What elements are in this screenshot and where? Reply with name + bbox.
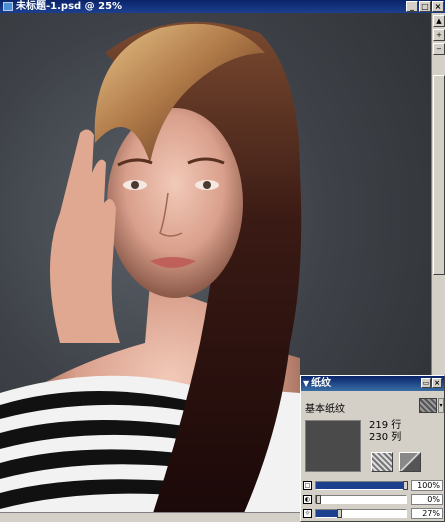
slider-knob[interactable] <box>337 509 343 518</box>
collapse-arrow-icon[interactable]: ▼ <box>303 379 309 388</box>
document-icon <box>3 2 13 11</box>
minimize-button[interactable]: _ <box>406 1 418 12</box>
document-title: 未标题-1.psd @ 25% <box>16 1 123 12</box>
brightness-slider[interactable] <box>315 509 407 518</box>
palette-menu-button[interactable]: ▭ <box>421 378 431 388</box>
brightness-icon: ☼ <box>303 509 312 518</box>
palette-header[interactable]: ▼ 纸纹 ▭ × <box>301 376 444 391</box>
scale-slider-row: □ 100% <box>303 480 443 492</box>
cols-label: 230 列 <box>369 432 402 443</box>
invert-paper-button[interactable] <box>399 452 421 472</box>
paper-texture-button[interactable] <box>371 452 393 472</box>
paper-swatch-button[interactable] <box>419 398 437 413</box>
contrast-icon: ◐ <box>303 495 312 504</box>
paper-dropdown-arrow-icon[interactable]: ▾ <box>438 398 444 413</box>
scroll-thumb[interactable] <box>433 75 445 275</box>
brightness-slider-row: ☼ 27% <box>303 508 443 520</box>
scale-icon: □ <box>303 481 312 490</box>
rows-label: 219 行 <box>369 420 402 431</box>
contrast-slider[interactable] <box>315 495 407 504</box>
window-controls: _ □ × <box>406 1 444 12</box>
palette-title: 纸纹 <box>311 378 332 389</box>
slider-knob[interactable] <box>403 481 408 490</box>
paper-texture-palette: ▼ 纸纹 ▭ × 基本纸纹 ▾ 219 行 230 列 □ 100% ◐ 0% ☼… <box>300 375 445 522</box>
palette-close-button[interactable]: × <box>432 378 442 388</box>
zoom-out-button[interactable]: − <box>433 43 445 55</box>
zoom-in-button[interactable]: + <box>433 29 445 41</box>
paper-name: 基本纸纹 <box>305 404 345 415</box>
status-bar <box>0 512 300 522</box>
maximize-button[interactable]: □ <box>419 1 431 12</box>
slider-knob[interactable] <box>316 495 321 504</box>
paper-preview <box>305 420 361 472</box>
close-button[interactable]: × <box>432 1 444 12</box>
brightness-value[interactable]: 27% <box>411 508 443 519</box>
document-title-bar[interactable]: 未标题-1.psd @ 25% _ □ × <box>0 0 445 13</box>
paper-dimensions: 219 行 230 列 <box>369 420 401 444</box>
scroll-up-button[interactable]: ▲ <box>433 15 445 27</box>
scale-value[interactable]: 100% <box>411 480 443 491</box>
contrast-slider-row: ◐ 0% <box>303 494 443 506</box>
scale-slider[interactable] <box>315 481 408 490</box>
contrast-value[interactable]: 0% <box>411 494 443 505</box>
